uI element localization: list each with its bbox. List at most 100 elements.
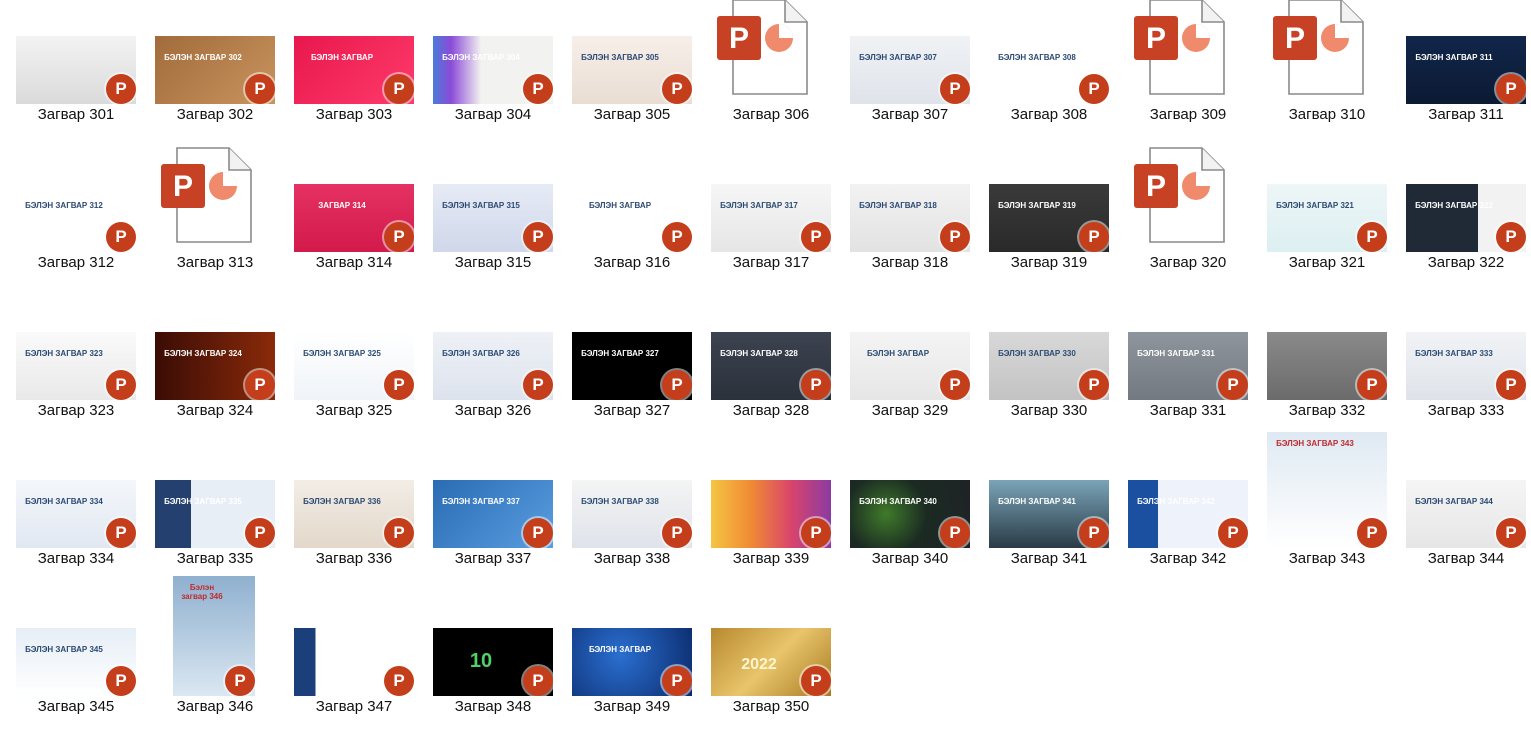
file-item-327[interactable]: БЭЛЭН ЗАГВАР 327 P Загвар 327 <box>556 296 695 444</box>
file-name-label: Загвар 333 <box>1427 402 1505 419</box>
slide-title-text: БЭЛЭН ЗАГВАР 342 <box>1137 497 1215 506</box>
file-name-label: Загвар 306 <box>732 106 810 123</box>
file-item-325[interactable]: БЭЛЭН ЗАГВАР 325 P Загвар 325 <box>278 296 417 444</box>
file-item-322[interactable]: БЭЛЭН ЗАГВАР 322 P Загвар 322 <box>1390 148 1529 296</box>
file-name-label: Загвар 332 <box>1288 402 1366 419</box>
file-item-339[interactable]: P Загвар 339 <box>695 444 834 592</box>
file-name-label: Загвар 320 <box>1149 254 1227 271</box>
slide-title-text: Бэлэн загвар 346 <box>181 583 223 601</box>
file-name-label: Загвар 309 <box>1149 106 1227 123</box>
file-item-336[interactable]: БЭЛЭН ЗАГВАР 336 P Загвар 336 <box>278 444 417 592</box>
file-item-305[interactable]: БЭЛЭН ЗАГВАР 305 P Загвар 305 <box>556 0 695 148</box>
slide-thumbnail: Бэлэн загвар 346 P <box>173 576 255 696</box>
powerpoint-badge-icon: P <box>384 370 414 400</box>
slide-thumbnail: БЭЛЭН ЗАГВАР 340 P <box>850 480 970 548</box>
file-item-346[interactable]: Бэлэн загвар 346 P Загвар 346 <box>139 576 278 740</box>
file-name-label: Загвар 319 <box>1010 254 1088 271</box>
file-item-302[interactable]: БЭЛЭН ЗАГВАР 302 P Загвар 302 <box>139 0 278 148</box>
file-item-301[interactable]: P Загвар 301 <box>0 0 139 148</box>
slide-title-text: БЭЛЭН ЗАГВАР <box>588 645 652 654</box>
file-name-label: Загвар 346 <box>176 698 254 715</box>
file-item-308[interactable]: БЭЛЭН ЗАГВАР 308 P Загвар 308 <box>973 0 1112 148</box>
file-item-343[interactable]: БЭЛЭН ЗАГВАР 343 P Загвар 343 <box>1251 432 1390 592</box>
file-item-313[interactable]: P Загвар 313 <box>139 147 278 296</box>
powerpoint-badge-icon: P <box>801 666 831 696</box>
file-item-328[interactable]: БЭЛЭН ЗАГВАР 328 P Загвар 328 <box>695 296 834 444</box>
powerpoint-badge-icon: P <box>523 222 553 252</box>
file-item-309[interactable]: P Загвар 309 <box>1112 0 1251 148</box>
file-item-347[interactable]: P Загвар 347 <box>278 592 417 740</box>
file-item-344[interactable]: БЭЛЭН ЗАГВАР 344 P Загвар 344 <box>1390 444 1529 592</box>
slide-title-text: БЭЛЭН ЗАГВАР 322 <box>1415 201 1493 210</box>
file-item-340[interactable]: БЭЛЭН ЗАГВАР 340 P Загвар 340 <box>834 444 973 592</box>
file-item-312[interactable]: БЭЛЭН ЗАГВАР 312 P Загвар 312 <box>0 148 139 296</box>
file-item-304[interactable]: БЭЛЭН ЗАГВАР 304 P Загвар 304 <box>417 0 556 148</box>
slide-thumbnail: БЭЛЭН ЗАГВАР 318 P <box>850 184 970 252</box>
file-item-350[interactable]: 2022 P Загвар 350 <box>695 592 834 740</box>
file-item-337[interactable]: БЭЛЭН ЗАГВАР 337 P Загвар 337 <box>417 444 556 592</box>
slide-title-text: БЭЛЭН ЗАГВАР 330 <box>998 349 1076 358</box>
slide-thumbnail: БЭЛЭН ЗАГВАР P <box>572 628 692 696</box>
powerpoint-file-icon: P <box>161 147 252 243</box>
file-item-317[interactable]: БЭЛЭН ЗАГВАР 317 P Загвар 317 <box>695 148 834 296</box>
powerpoint-badge-icon: P <box>523 74 553 104</box>
file-item-330[interactable]: БЭЛЭН ЗАГВАР 330 P Загвар 330 <box>973 296 1112 444</box>
file-item-333[interactable]: БЭЛЭН ЗАГВАР 333 P Загвар 333 <box>1390 296 1529 444</box>
file-item-345[interactable]: БЭЛЭН ЗАГВАР 345 P Загвар 345 <box>0 592 139 740</box>
powerpoint-badge-icon: P <box>245 370 275 400</box>
file-item-342[interactable]: БЭЛЭН ЗАГВАР 342 P Загвар 342 <box>1112 444 1251 592</box>
slide-thumbnail: БЭЛЭН ЗАГВАР 345 P <box>16 628 136 696</box>
svg-text:P: P <box>729 22 749 55</box>
powerpoint-badge-icon: P <box>662 370 692 400</box>
file-item-310[interactable]: P Загвар 310 <box>1251 0 1390 148</box>
slide-title-text: БЭЛЭН ЗАГВАР 311 <box>1415 53 1493 62</box>
file-item-331[interactable]: БЭЛЭН ЗАГВАР 331 P Загвар 331 <box>1112 296 1251 444</box>
file-name-label: Загвар 315 <box>454 254 532 271</box>
file-name-label: Загвар 311 <box>1428 106 1504 123</box>
file-item-315[interactable]: БЭЛЭН ЗАГВАР 315 P Загвар 315 <box>417 148 556 296</box>
file-item-341[interactable]: БЭЛЭН ЗАГВАР 341 P Загвар 341 <box>973 444 1112 592</box>
file-item-307[interactable]: БЭЛЭН ЗАГВАР 307 P Загвар 307 <box>834 0 973 148</box>
file-name-label: Загвар 328 <box>732 402 810 419</box>
powerpoint-badge-icon: P <box>940 370 970 400</box>
slide-thumbnail: 10 P <box>433 628 553 696</box>
file-name-label: Загвар 317 <box>732 254 810 271</box>
file-item-332[interactable]: P Загвар 332 <box>1251 296 1390 444</box>
slide-thumbnail: БЭЛЭН ЗАГВАР 326 P <box>433 332 553 400</box>
file-item-335[interactable]: БЭЛЭН ЗАГВАР 335 P Загвар 335 <box>139 444 278 592</box>
powerpoint-file-icon: P <box>1134 0 1225 95</box>
powerpoint-badge-icon: P <box>662 74 692 104</box>
file-name-label: Загвар 330 <box>1010 402 1088 419</box>
slide-title-text: БЭЛЭН ЗАГВАР 308 <box>998 53 1076 62</box>
file-item-318[interactable]: БЭЛЭН ЗАГВАР 318 P Загвар 318 <box>834 148 973 296</box>
file-item-329[interactable]: БЭЛЭН ЗАГВАР P Загвар 329 <box>834 296 973 444</box>
powerpoint-badge-icon: P <box>245 518 275 548</box>
file-name-label: Загвар 318 <box>871 254 949 271</box>
powerpoint-badge-icon: P <box>940 222 970 252</box>
file-item-349[interactable]: БЭЛЭН ЗАГВАР P Загвар 349 <box>556 592 695 740</box>
powerpoint-file-icon: P <box>1134 147 1225 243</box>
slide-title-text: БЭЛЭН ЗАГВАР 324 <box>164 349 242 358</box>
file-item-314[interactable]: ЗАГВАР 314 P Загвар 314 <box>278 148 417 296</box>
file-item-319[interactable]: БЭЛЭН ЗАГВАР 319 P Загвар 319 <box>973 148 1112 296</box>
slide-title-text: БЭЛЭН ЗАГВАР 321 <box>1276 201 1354 210</box>
file-item-311[interactable]: БЭЛЭН ЗАГВАР 311 P Загвар 311 <box>1390 0 1529 148</box>
slide-title-text: БЭЛЭН ЗАГВАР 340 <box>859 497 937 506</box>
file-item-316[interactable]: БЭЛЭН ЗАГВАР P Загвар 316 <box>556 148 695 296</box>
slide-thumbnail: БЭЛЭН ЗАГВАР 325 P <box>294 332 414 400</box>
file-item-324[interactable]: БЭЛЭН ЗАГВАР 324 P Загвар 324 <box>139 296 278 444</box>
file-item-323[interactable]: БЭЛЭН ЗАГВАР 323 P Загвар 323 <box>0 296 139 444</box>
file-item-320[interactable]: P Загвар 320 <box>1112 147 1251 296</box>
slide-thumbnail: БЭЛЭН ЗАГВАР 335 P <box>155 480 275 548</box>
powerpoint-badge-icon: P <box>1496 74 1526 104</box>
file-item-303[interactable]: БЭЛЭН ЗАГВАР P Загвар 303 <box>278 0 417 148</box>
file-item-348[interactable]: 10 P Загвар 348 <box>417 592 556 740</box>
file-item-338[interactable]: БЭЛЭН ЗАГВАР 338 P Загвар 338 <box>556 444 695 592</box>
file-name-label: Загвар 304 <box>454 106 532 123</box>
file-item-334[interactable]: БЭЛЭН ЗАГВАР 334 P Загвар 334 <box>0 444 139 592</box>
file-item-326[interactable]: БЭЛЭН ЗАГВАР 326 P Загвар 326 <box>417 296 556 444</box>
file-item-321[interactable]: БЭЛЭН ЗАГВАР 321 P Загвар 321 <box>1251 148 1390 296</box>
file-item-306[interactable]: P Загвар 306 <box>695 0 834 148</box>
file-name-label: Загвар 331 <box>1149 402 1227 419</box>
file-name-label: Загвар 327 <box>593 402 671 419</box>
